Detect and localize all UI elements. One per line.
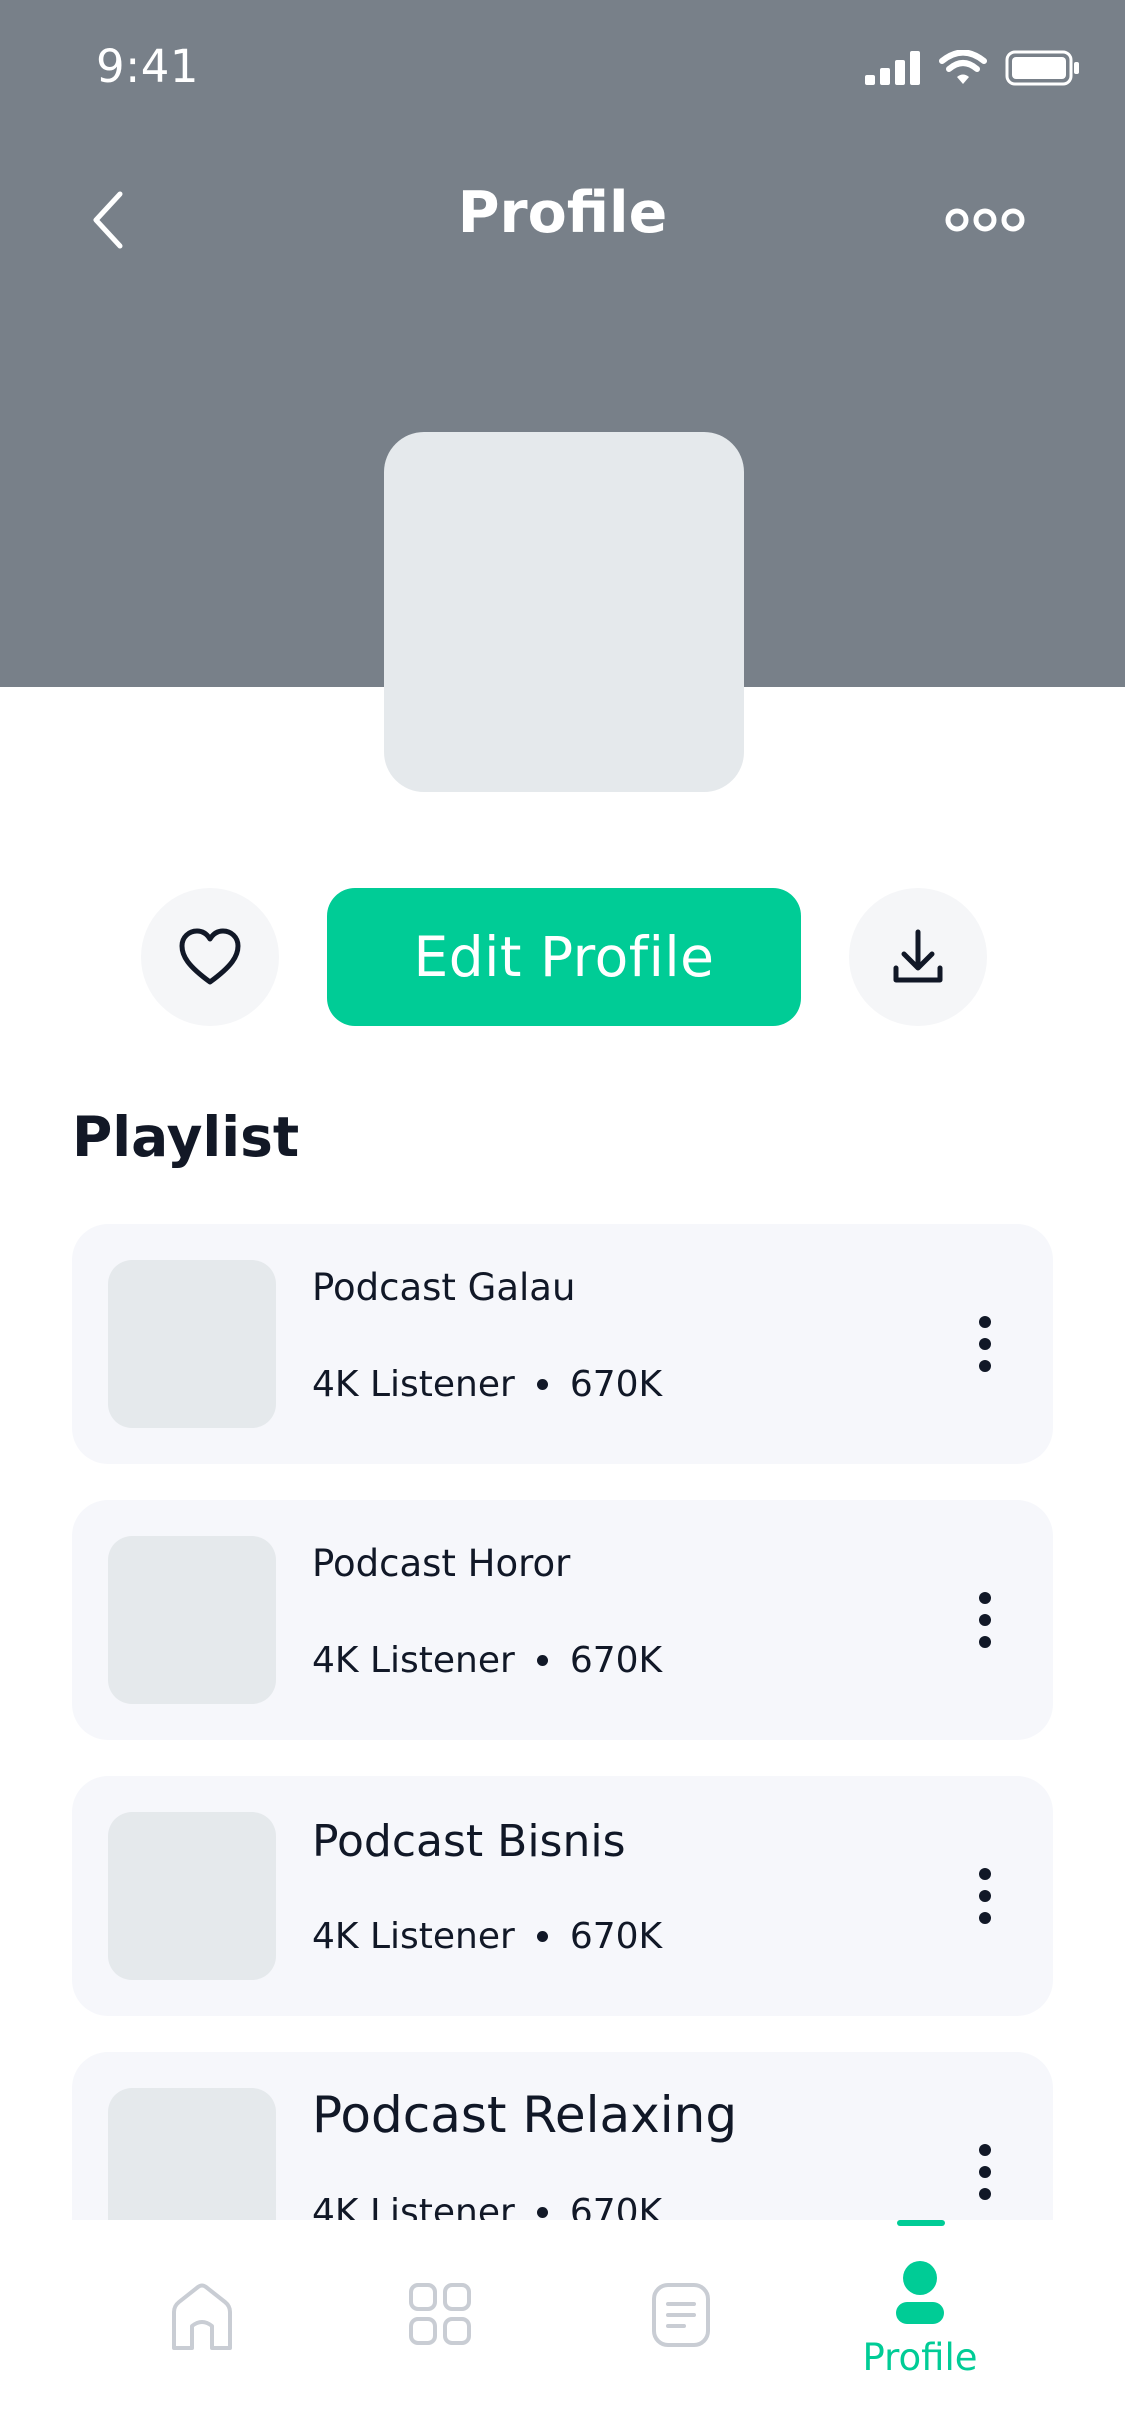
profile-avatar <box>384 432 744 792</box>
separator-dot <box>536 1379 548 1390</box>
separator-dot <box>536 2207 548 2218</box>
heart-icon <box>179 928 241 985</box>
separator-dot <box>536 1655 548 1666</box>
listener-count: 4K Listener <box>312 1364 515 1405</box>
tab-profile[interactable]: Profile <box>830 2220 1010 2436</box>
home-icon <box>172 2283 232 2350</box>
play-count: 670K <box>569 1916 663 1957</box>
download-button[interactable] <box>849 888 987 1026</box>
battery-icon <box>1005 50 1079 86</box>
playlist-item-title: Podcast Galau <box>312 1266 576 1309</box>
kebab-menu-icon[interactable] <box>973 1314 997 1374</box>
status-time: 9:41 <box>96 40 200 93</box>
playlist-item[interactable]: Podcast Bisnis 4K Listener 670K <box>72 1776 1053 2016</box>
tab-documents[interactable] <box>591 2220 771 2436</box>
download-icon <box>893 929 943 983</box>
more-horizontal-icon <box>945 208 1025 232</box>
document-icon <box>652 2283 710 2347</box>
kebab-menu-icon[interactable] <box>973 2142 997 2202</box>
more-options-button[interactable] <box>939 200 1049 240</box>
play-count: 670K <box>569 1640 663 1681</box>
playlist-item-title: Podcast Bisnis <box>312 1816 626 1867</box>
signal-icon <box>865 51 920 85</box>
playlist-heading: Playlist <box>72 1105 300 1169</box>
playlist-item[interactable]: Podcast Horor 4K Listener 670K <box>72 1500 1053 1740</box>
grid-icon <box>409 2283 471 2345</box>
playlist-thumbnail <box>108 1812 276 1980</box>
kebab-menu-icon[interactable] <box>973 1866 997 1926</box>
favorite-button[interactable] <box>141 888 279 1026</box>
playlist-item-meta: 4K Listener 670K <box>312 1916 662 1957</box>
tab-profile-label: Profile <box>862 2336 978 2379</box>
edit-profile-button[interactable]: Edit Profile <box>327 888 801 1026</box>
kebab-menu-icon[interactable] <box>973 1590 997 1650</box>
status-icons <box>865 50 1081 86</box>
wifi-icon <box>939 50 987 84</box>
tab-home[interactable] <box>112 2220 292 2436</box>
separator-dot <box>536 1931 548 1942</box>
playlist-item-meta: 4K Listener 670K <box>312 1364 662 1405</box>
tab-grid[interactable] <box>350 2220 530 2436</box>
playlist-item-meta: 4K Listener 670K <box>312 1640 662 1681</box>
user-icon <box>896 2261 944 2324</box>
playlist-thumbnail <box>108 1536 276 1704</box>
listener-count: 4K Listener <box>312 1916 515 1957</box>
play-count: 670K <box>569 1364 663 1405</box>
playlist-item-title: Podcast Relaxing <box>312 2086 738 2144</box>
listener-count: 4K Listener <box>312 1640 515 1681</box>
playlist-item-title: Podcast Horor <box>312 1542 571 1585</box>
playlist-item[interactable]: Podcast Galau 4K Listener 670K <box>72 1224 1053 1464</box>
bottom-tab-bar: Profile <box>0 2220 1125 2436</box>
playlist-thumbnail <box>108 1260 276 1428</box>
